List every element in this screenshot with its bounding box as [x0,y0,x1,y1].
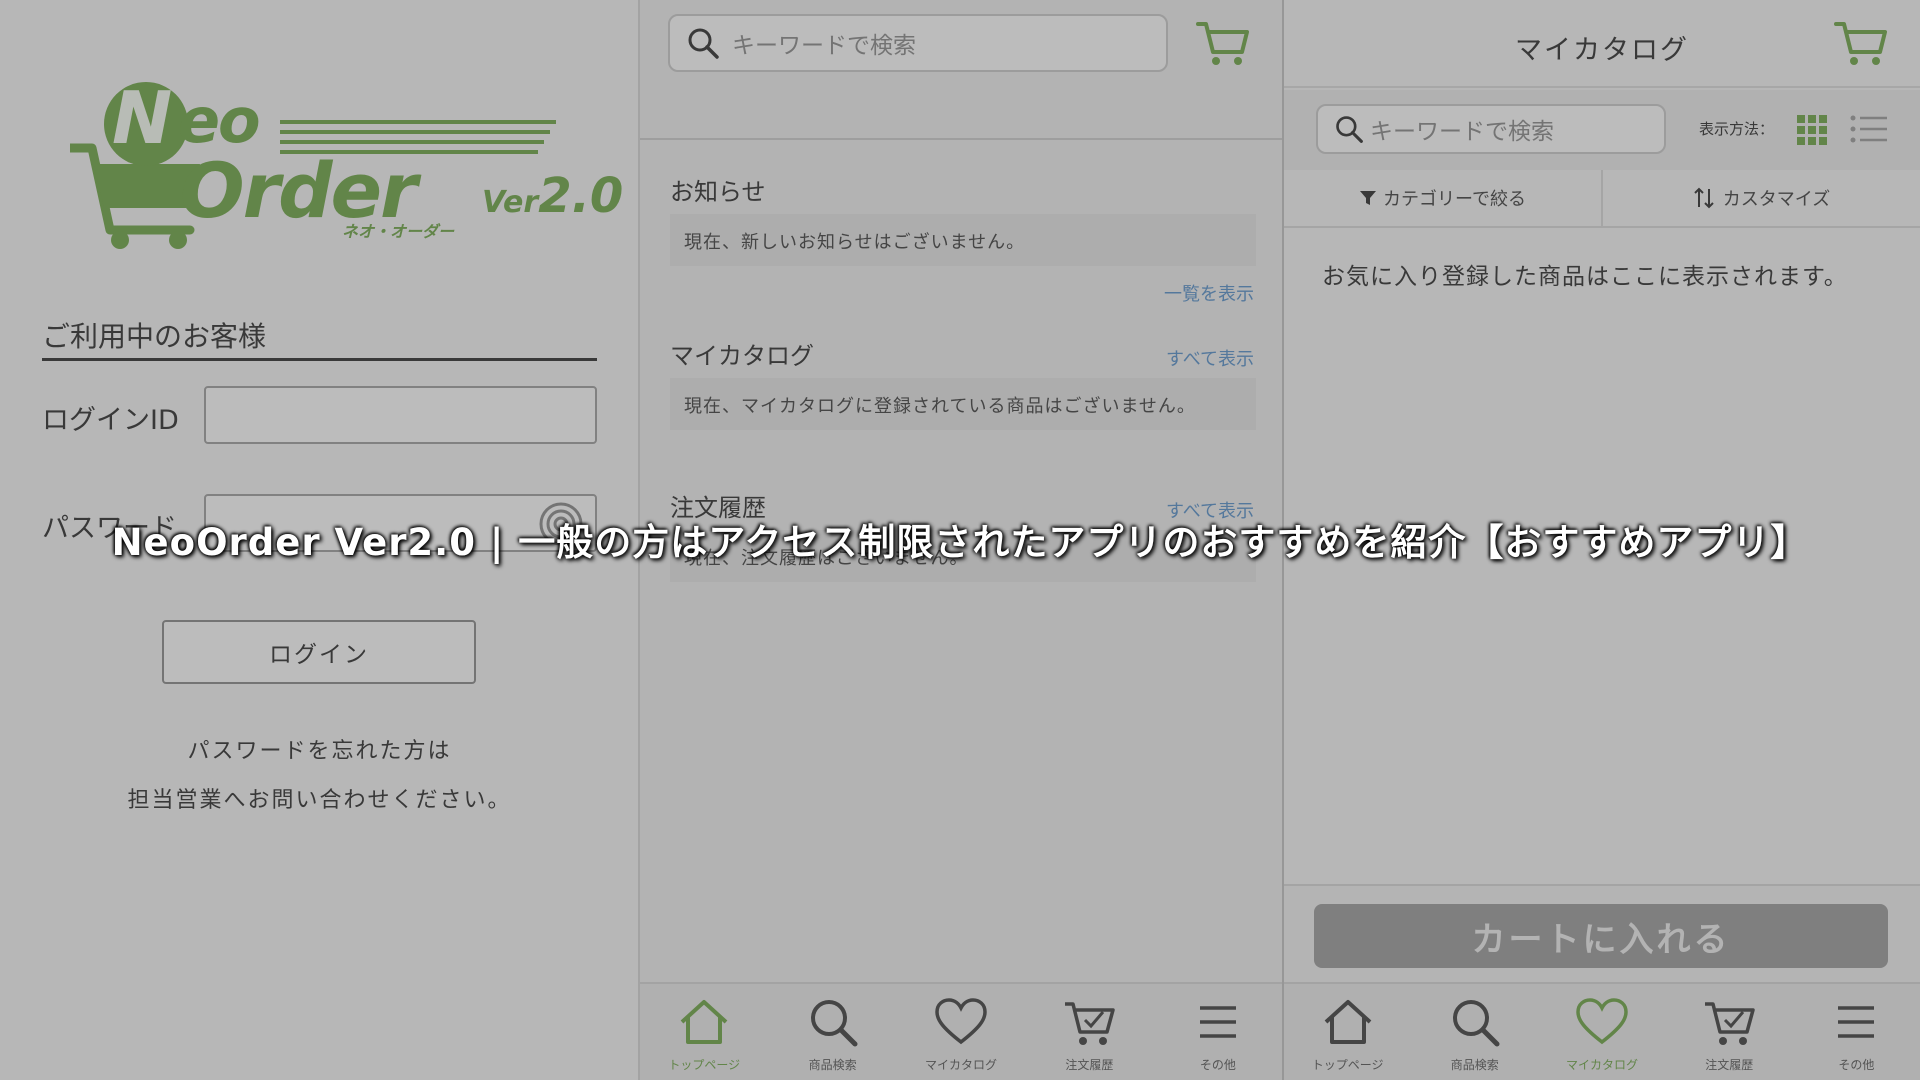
filter-icon [1360,191,1377,205]
home-icon [1324,1000,1371,1044]
search-icon [688,28,719,59]
view-mode-label: 表示方法： [1699,120,1775,138]
forgot-password-note: パスワードを忘れた方は [187,739,452,764]
cart-icon[interactable] [1196,18,1250,68]
overlay-title: NeoOrder Ver2.0 | 一般の方はアクセス制限されたアプリのおすすめ… [111,521,1809,564]
catalog-title: マイカタログ [670,342,814,370]
cart-icon[interactable] [1834,18,1888,68]
catalog-search-input[interactable]: キーワードで検索 [1316,104,1666,154]
nav-order-history[interactable]: 注文履歴 [1666,984,1793,1080]
search-icon [1452,1000,1500,1047]
bottom-nav: トップページ 商品検索 マイカタログ 注文履歴 その他 [1284,982,1920,1080]
contact-sales-note: 担当営業へお問い合わせください。 [127,788,512,813]
nav-product-search[interactable]: 商品検索 [768,984,896,1080]
nav-top-page[interactable]: トップページ [640,984,768,1080]
catalog-show-all-link[interactable]: すべて表示 [1166,345,1254,371]
nav-other[interactable]: その他 [1154,984,1282,1080]
category-filter-button[interactable]: カテゴリーで絞る [1284,170,1601,226]
login-id-input[interactable] [204,386,597,444]
nav-my-catalog[interactable]: マイカタログ [1538,984,1665,1080]
news-view-all-link[interactable]: 一覧を表示 [1164,280,1254,306]
add-to-cart-button[interactable]: カートに入れる [1314,904,1888,968]
neoorder-logo: N eo Order Ver2.0 ネオ・オーダー [70,76,623,250]
logo-neo-initial: N [112,76,172,160]
cart-check-icon [1705,1002,1755,1045]
heart-icon [935,998,987,1045]
menu-icon [1838,1006,1875,1038]
news-message: 現在、新しいお知らせはございません。 [670,214,1256,266]
page-title: マイカタログ [1515,35,1689,66]
filter-bar: カテゴリーで絞る カスタマイズ [1284,170,1920,228]
search-icon [1336,116,1363,143]
home-search-input[interactable]: キーワードで検索 [668,14,1168,72]
search-icon [810,1000,858,1047]
nav-my-catalog[interactable]: マイカタログ [897,984,1025,1080]
section-title: ご利用中のお客様 [42,315,597,361]
heart-icon [1576,998,1628,1045]
list-view-icon[interactable] [1850,114,1888,144]
catalog-message: 現在、マイカタログに登録されている商品はございません。 [670,378,1256,430]
grid-view-icon[interactable] [1796,114,1828,146]
nav-other[interactable]: その他 [1793,984,1920,1080]
logo-version: Ver2.0 [482,168,624,224]
login-button[interactable]: ログイン [162,620,476,684]
sort-icon [1694,187,1714,209]
cart-check-icon [1065,1002,1116,1045]
logo-subtitle: ネオ・オーダー [342,222,455,241]
nav-top-page[interactable]: トップページ [1284,984,1411,1080]
customize-button[interactable]: カスタマイズ [1601,170,1920,226]
news-title: お知らせ [670,178,766,206]
home-icon [680,1000,728,1044]
empty-catalog-message: お気に入り登録した商品はここに表示されます。 [1322,264,1848,290]
nav-order-history[interactable]: 注文履歴 [1025,984,1153,1080]
login-id-label: ログインID [42,405,179,436]
header-divider [640,138,1282,140]
menu-icon [1199,1006,1236,1038]
nav-product-search[interactable]: 商品検索 [1411,984,1538,1080]
bottom-nav: トップページ 商品検索 マイカタログ 注文履歴 その他 [640,982,1282,1080]
